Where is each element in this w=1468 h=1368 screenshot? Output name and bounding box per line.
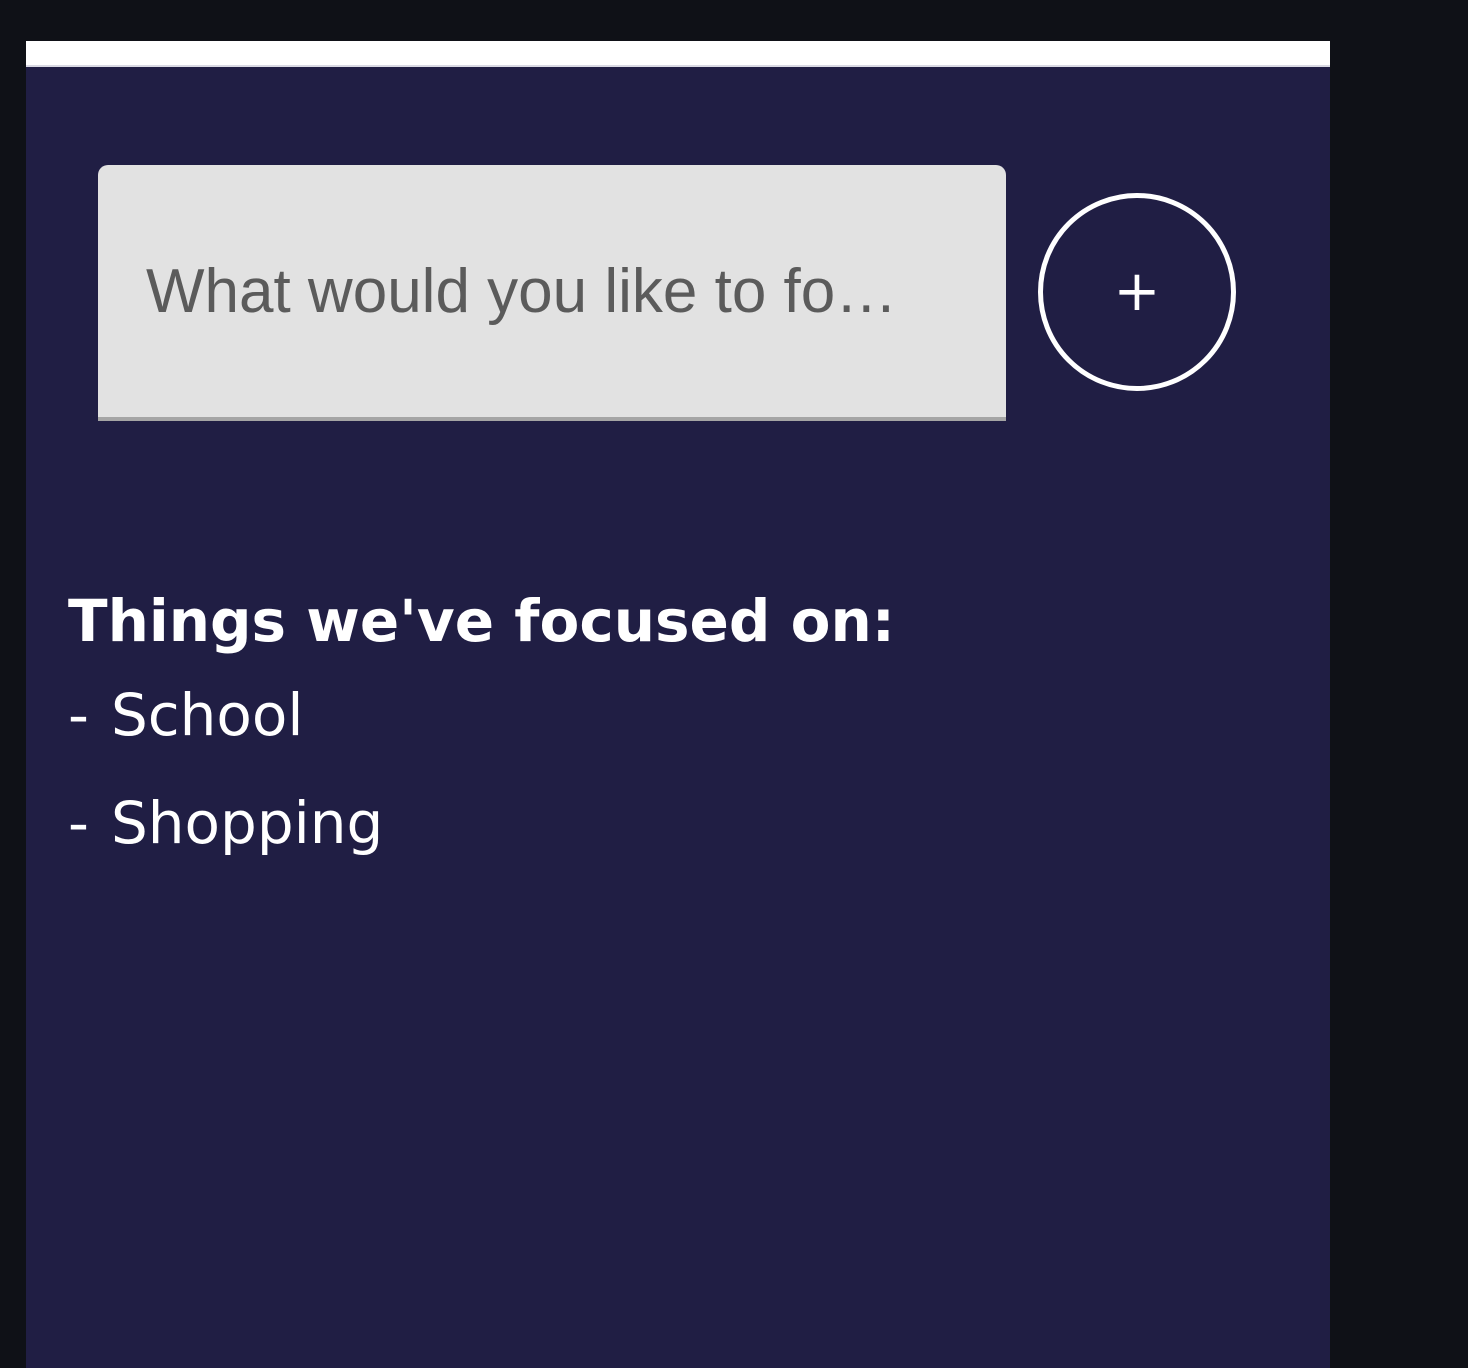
add-focus-button[interactable]: +	[1038, 193, 1236, 391]
list-item: - Shopping	[68, 769, 895, 877]
focus-input[interactable]	[98, 165, 1006, 421]
list-item-label: Shopping	[110, 789, 384, 857]
plus-icon: +	[1113, 259, 1161, 324]
list-item: - School	[68, 661, 895, 769]
focus-list-heading: Things we've focused on:	[68, 587, 895, 655]
app-frame: + Things we've focused on: - School - Sh…	[26, 41, 1330, 1368]
top-bar	[26, 41, 1330, 67]
list-item-label: School	[110, 681, 304, 749]
list-item-prefix: -	[68, 681, 89, 749]
focus-list: Things we've focused on: - School - Shop…	[68, 581, 895, 877]
list-item-prefix: -	[68, 789, 89, 857]
